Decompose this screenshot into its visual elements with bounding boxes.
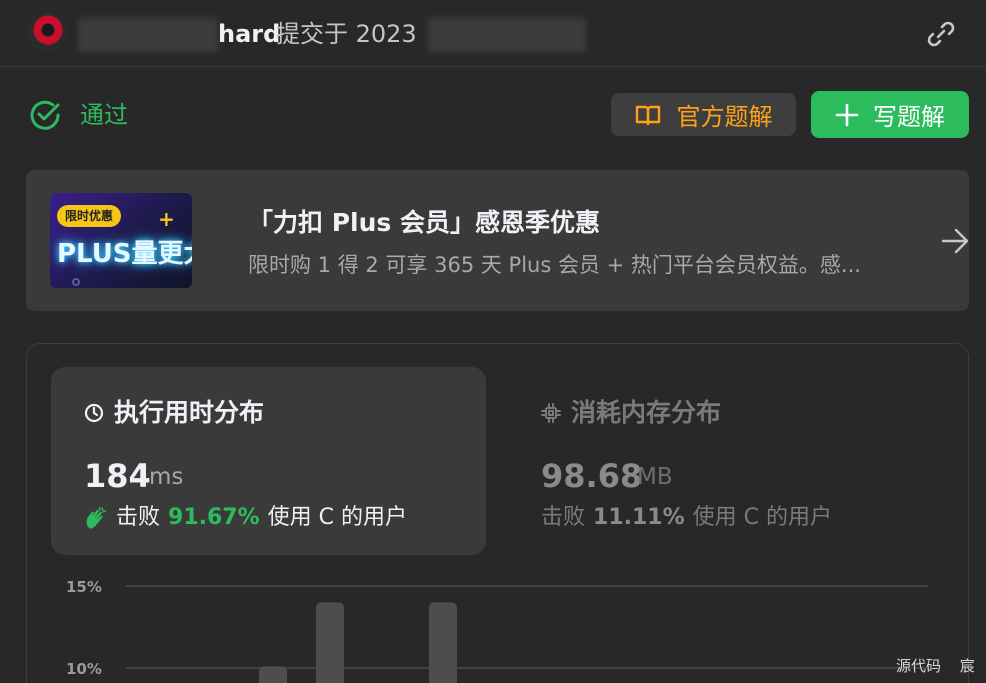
- user-avatar[interactable]: [26, 12, 66, 52]
- link-icon[interactable]: [925, 18, 957, 50]
- memory-title[interactable]: 消耗内存分布: [541, 396, 721, 430]
- distribution-bar[interactable]: [259, 666, 287, 683]
- promo-image: 限时优惠 + PLUS量更大: [50, 193, 192, 288]
- plus-icon: [835, 103, 859, 126]
- runtime-beats: 击败 91.67% 使用 C 的用户: [84, 503, 407, 533]
- distribution-bar[interactable]: [429, 602, 457, 683]
- runtime-distribution-chart: 15% 10%: [66, 578, 928, 683]
- book-open-icon: [635, 105, 660, 125]
- official-solution-label: 官方题解: [676, 103, 773, 131]
- official-solution-button[interactable]: 官方题解: [611, 93, 796, 136]
- memory-beats-percent: 11.11%: [593, 505, 685, 530]
- sparkle-icon: +: [158, 207, 175, 231]
- runtime-value: 184: [84, 457, 151, 495]
- memory-unit: MB: [637, 464, 673, 490]
- memory-beats-suffix: 使用 C 的用户: [692, 505, 833, 530]
- distribution-bar[interactable]: [316, 602, 344, 683]
- submission-header: hard 提交于 2023: [0, 0, 986, 67]
- memory-beats: 击败 11.11% 使用 C 的用户: [541, 503, 832, 533]
- arrow-right-icon[interactable]: [940, 228, 970, 254]
- accepted-status: 通过: [80, 101, 128, 129]
- write-solution-label: 写题解: [873, 103, 945, 131]
- decor-ring-icon: [72, 278, 80, 286]
- source-code-link[interactable]: 源代码: [896, 657, 941, 675]
- y-tick-label: 15%: [66, 578, 102, 596]
- chip-icon: [541, 403, 561, 423]
- runtime-unit: ms: [149, 464, 184, 490]
- runtime-beats-label: 击败: [116, 505, 161, 530]
- runtime-title-text: 执行用时分布: [114, 398, 265, 427]
- runtime-title: 执行用时分布: [84, 396, 264, 430]
- y-tick-label: 10%: [66, 660, 102, 678]
- runtime-beats-suffix: 使用 C 的用户: [267, 505, 408, 530]
- submitted-time: 提交于 2023: [276, 20, 417, 48]
- redacted-username: [78, 18, 218, 52]
- memory-title-text: 消耗内存分布: [571, 398, 722, 427]
- memory-value: 98.68: [541, 457, 643, 495]
- redacted-timestamp: [428, 18, 586, 52]
- promo-image-text: PLUS量更大: [57, 239, 192, 269]
- runtime-beats-percent: 91.67%: [168, 505, 260, 530]
- check-circle-icon: [30, 100, 60, 130]
- memory-beats-label: 击败: [541, 505, 586, 530]
- promo-title: 「力扣 Plus 会员」感恩季优惠: [248, 208, 600, 237]
- clap-icon: [86, 506, 107, 529]
- promo-badge: 限时优惠: [57, 205, 122, 227]
- author-name[interactable]: hard: [218, 18, 280, 50]
- author-initial: 宸: [959, 657, 975, 675]
- promo-description: 限时购 1 得 2 可享 365 天 Plus 会员 + 热门平台会员权益。感.…: [248, 253, 861, 277]
- plus-promo-banner[interactable]: 限时优惠 + PLUS量更大 「力扣 Plus 会员」感恩季优惠 限时购 1 得…: [26, 170, 969, 311]
- clock-icon: [84, 403, 104, 423]
- footer-text: 源代码 宸: [896, 655, 975, 676]
- write-solution-button[interactable]: 写题解: [811, 91, 969, 138]
